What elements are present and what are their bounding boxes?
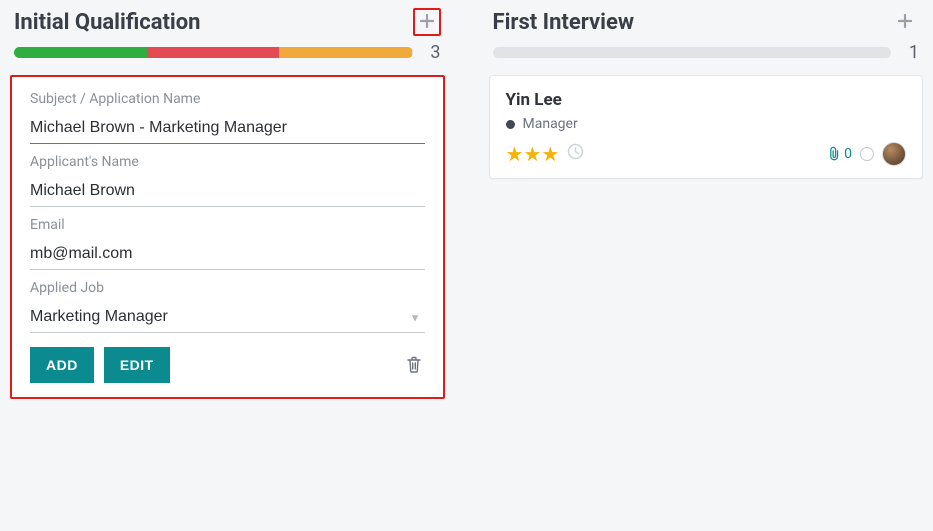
- avatar[interactable]: [882, 142, 906, 166]
- kanban-state-toggle[interactable]: [860, 147, 874, 161]
- applied-job-label: Applied Job: [30, 280, 425, 296]
- progress-bar[interactable]: [493, 47, 892, 58]
- card-footer: ★★★ 0: [506, 142, 907, 166]
- column-initial-qualification: Initial Qualification 3 Subject / Applic…: [0, 4, 455, 531]
- star-icon: ★: [506, 142, 524, 166]
- kanban-board: Initial Qualification 3 Subject / Applic…: [0, 0, 933, 531]
- star-icon: ★: [541, 142, 559, 166]
- priority-stars[interactable]: ★★★: [506, 144, 560, 165]
- applicant-name-input[interactable]: [30, 176, 425, 207]
- plus-icon: [898, 12, 912, 32]
- progress-bar[interactable]: [14, 47, 413, 58]
- form-button-row: ADD EDIT: [30, 347, 425, 383]
- email-label: Email: [30, 217, 425, 233]
- record-count: 1: [903, 42, 919, 63]
- star-icon: ★: [523, 142, 541, 166]
- email-input[interactable]: [30, 239, 425, 270]
- subject-input[interactable]: [30, 113, 425, 144]
- column-title: First Interview: [493, 10, 635, 35]
- column-first-interview: First Interview 1 Yin Lee Manager ★★★: [479, 4, 933, 531]
- candidate-card[interactable]: Yin Lee Manager ★★★ 0: [489, 75, 924, 179]
- tag-dot-icon: [506, 120, 515, 129]
- applied-job-select[interactable]: [30, 302, 425, 333]
- plus-icon: [420, 12, 434, 32]
- add-record-button[interactable]: [413, 8, 441, 36]
- paperclip-icon: [827, 146, 841, 162]
- attachments-count: 0: [844, 146, 852, 162]
- discard-button[interactable]: [403, 354, 425, 376]
- add-record-button[interactable]: [891, 8, 919, 36]
- attachments-indicator[interactable]: 0: [827, 146, 852, 162]
- edit-button[interactable]: EDIT: [104, 347, 170, 383]
- card-footer-right: 0: [827, 142, 906, 166]
- column-title: Initial Qualification: [14, 10, 201, 35]
- applicant-name-label: Applicant's Name: [30, 154, 425, 170]
- quick-create-form: Subject / Application Name Applicant's N…: [10, 75, 445, 399]
- record-count: 3: [425, 42, 441, 63]
- candidate-name: Yin Lee: [506, 90, 907, 110]
- activity-clock-icon[interactable]: [567, 143, 584, 165]
- column-header: Initial Qualification: [4, 4, 451, 42]
- tag-row: Manager: [506, 116, 907, 132]
- subject-label: Subject / Application Name: [30, 91, 425, 107]
- trash-icon: [406, 356, 422, 374]
- progress-row: 3: [4, 42, 451, 75]
- column-header: First Interview: [483, 4, 930, 42]
- add-button[interactable]: ADD: [30, 347, 94, 383]
- tag-label: Manager: [523, 116, 578, 132]
- progress-row: 1: [483, 42, 930, 75]
